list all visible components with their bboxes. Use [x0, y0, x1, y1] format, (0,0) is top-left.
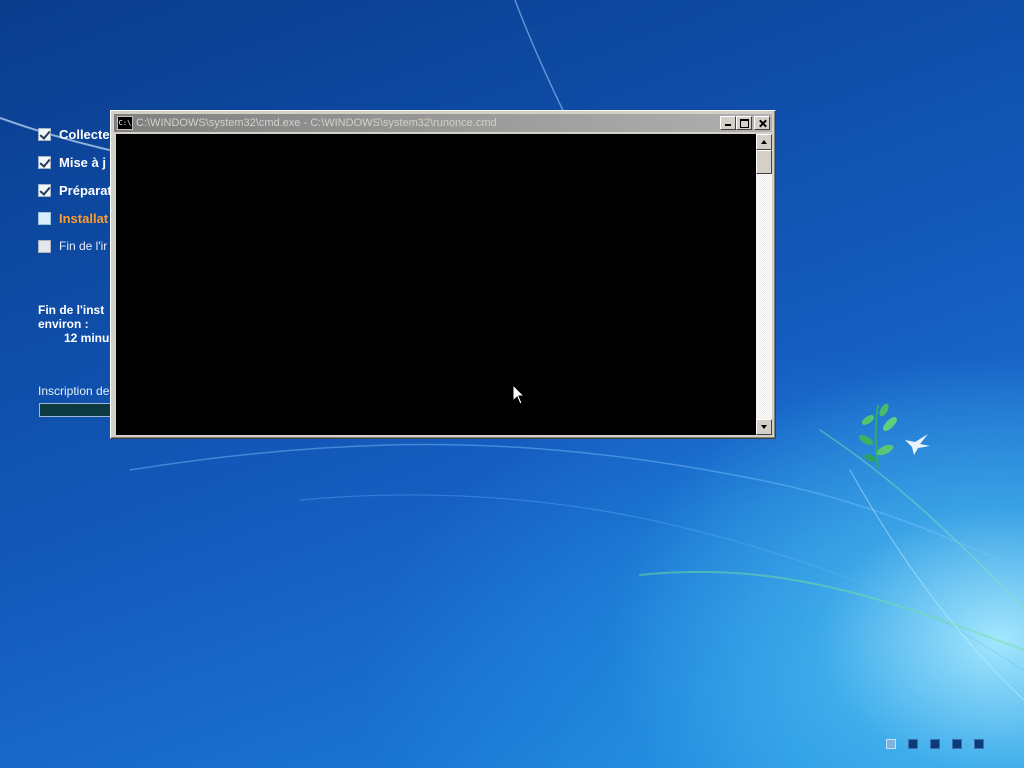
minimize-button[interactable]	[720, 116, 736, 130]
checked-checkbox-icon	[38, 127, 51, 141]
progress-dot-icon	[886, 739, 896, 749]
task-label: Mise à j	[59, 154, 106, 170]
task-label: Collecte	[59, 126, 110, 142]
bird-icon	[905, 434, 930, 455]
time-remaining: Fin de l'inst environ : 12 minu	[38, 303, 109, 345]
cmd-titlebar[interactable]: C:\ C:\WINDOWS\system32\cmd.exe - C:\WIN…	[114, 114, 772, 132]
boot-progress-indicator	[886, 739, 996, 749]
time-remaining-label-line2: environ :	[38, 317, 89, 331]
task-item-finish: Fin de l'ir	[38, 236, 107, 256]
scroll-up-arrow-icon[interactable]	[756, 134, 772, 150]
time-remaining-value: 12 minu	[64, 331, 110, 345]
close-button[interactable]	[754, 116, 770, 130]
plant-logo-icon	[858, 403, 897, 469]
vertical-scrollbar[interactable]	[756, 134, 772, 435]
progress-dot-icon	[952, 739, 962, 749]
task-item-prepare: Préparat	[38, 180, 112, 200]
task-item-collect: Collecte	[38, 124, 110, 144]
task-item-update: Mise à j	[38, 152, 106, 172]
scrollbar-thumb[interactable]	[756, 150, 772, 174]
task-label-current: Installat	[59, 210, 109, 226]
checked-checkbox-icon	[38, 183, 51, 197]
maximize-button[interactable]	[736, 116, 752, 130]
scroll-down-arrow-icon[interactable]	[756, 419, 772, 435]
mouse-pointer-icon	[512, 384, 526, 405]
task-item-install: Installat	[38, 208, 108, 228]
cmd-window[interactable]: C:\ C:\WINDOWS\system32\cmd.exe - C:\WIN…	[110, 110, 776, 439]
cmd-app-icon[interactable]: C:\	[117, 116, 133, 130]
console-output[interactable]	[116, 134, 756, 435]
current-step-checkbox-icon	[38, 211, 51, 225]
progress-dot-icon	[974, 739, 984, 749]
task-label: Préparat	[59, 182, 112, 198]
progress-dot-icon	[908, 739, 918, 749]
time-remaining-label-line1: Fin de l'inst	[38, 303, 105, 317]
unchecked-checkbox-icon	[38, 239, 51, 253]
task-label-pending: Fin de l'ir	[59, 239, 108, 253]
checked-checkbox-icon	[38, 155, 51, 169]
registration-label: Inscription de	[38, 384, 110, 398]
progress-dot-icon	[930, 739, 940, 749]
window-title: C:\WINDOWS\system32\cmd.exe - C:\WINDOWS…	[136, 117, 497, 129]
